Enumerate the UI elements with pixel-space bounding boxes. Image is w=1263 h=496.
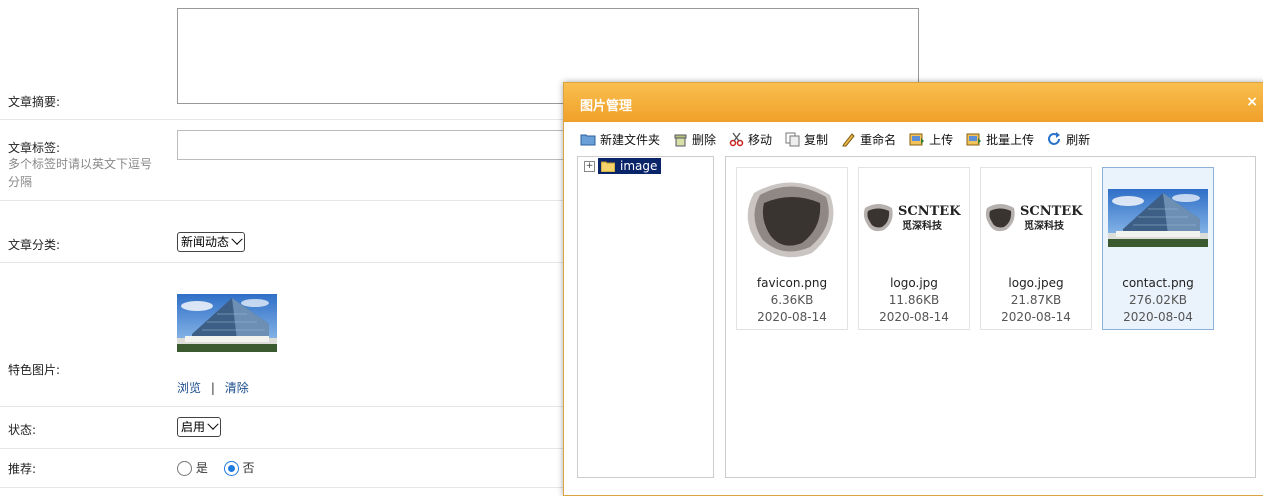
pencil-icon [842, 132, 855, 146]
dialog-toolbar: 新建文件夹 删除 移动 复制 重命名 上传 批量上传 刷新 [580, 129, 1103, 149]
rename-button[interactable]: 重命名 [841, 131, 896, 148]
new-folder-button[interactable]: 新建文件夹 [580, 131, 660, 148]
delete-label: 删除 [692, 132, 717, 147]
upload-icon [909, 133, 925, 145]
file-thumbnail: SCNTEK 觅深科技 [981, 168, 1091, 268]
category-select-value: 新闻动态 [181, 235, 230, 249]
tree-expander[interactable]: + [584, 161, 595, 172]
file-card[interactable]: SCNTEK 觅深科技 logo.jpg 11.86KB 2020-08-14 [858, 167, 970, 330]
recommend-no-radio[interactable] [223, 461, 239, 476]
tree-node-label: image [620, 159, 658, 173]
scissors-icon [729, 132, 744, 146]
move-button[interactable]: 移动 [729, 131, 772, 148]
recommend-no-label: 否 [242, 461, 255, 475]
recommend-yes-label: 是 [195, 461, 208, 475]
file-date: 2020-08-14 [879, 310, 949, 324]
refresh-label: 刷新 [1066, 132, 1091, 147]
logo-sub: 觅深科技 [1024, 219, 1065, 232]
chevron-down-icon [207, 418, 219, 430]
file-size: 276.02KB [1128, 293, 1188, 307]
status-select[interactable]: 启用 [177, 417, 222, 437]
batch-upload-label: 批量上传 [986, 132, 1035, 147]
file-card-selected[interactable]: contact.png 276.02KB 2020-08-04 [1102, 167, 1214, 330]
new-folder-icon [580, 134, 596, 146]
category-select[interactable]: 新闻动态 [177, 232, 246, 252]
file-name: favicon.png [756, 276, 828, 290]
recommend-label: 推荐: [8, 462, 37, 476]
file-card[interactable]: favicon.png 6.36KB 2020-08-14 [736, 167, 848, 330]
logo-text: SCNTEK [898, 204, 961, 219]
status-label: 状态: [8, 423, 37, 437]
delete-button[interactable]: 删除 [673, 131, 716, 148]
file-size: 6.36KB [770, 293, 814, 307]
copy-label: 复制 [804, 132, 829, 147]
clear-link[interactable]: 清除 [225, 381, 249, 395]
dialog-title: 图片管理 [580, 99, 633, 114]
file-name: contact.png [1122, 276, 1194, 290]
featured-image-thumbnail [177, 294, 277, 355]
recommend-options: 是 否 [177, 459, 255, 476]
logo-text: SCNTEK [1020, 204, 1083, 219]
upload-button[interactable]: 上传 [909, 131, 953, 148]
copy-button[interactable]: 复制 [785, 131, 828, 148]
refresh-icon [1048, 131, 1061, 145]
folder-tree: + image [577, 156, 714, 478]
file-thumbnail: SCNTEK 觅深科技 [859, 168, 969, 268]
trash-icon [674, 134, 687, 146]
browse-link[interactable]: 浏览 [177, 381, 201, 395]
file-card[interactable]: SCNTEK 觅深科技 logo.jpeg 21.87KB 2020-08-14 [980, 167, 1092, 330]
tags-hint: 多个标签时请以英文下逗号分隔 [8, 157, 153, 189]
file-date: 2020-08-04 [1123, 310, 1193, 324]
copy-icon [785, 132, 800, 146]
refresh-button[interactable]: 刷新 [1047, 131, 1090, 148]
status-select-value: 启用 [181, 420, 206, 434]
new-folder-label: 新建文件夹 [600, 132, 661, 147]
batch-upload-icon [966, 133, 982, 145]
move-label: 移动 [748, 132, 773, 147]
file-grid: favicon.png 6.36KB 2020-08-14 SCNTEK 觅深科… [725, 156, 1256, 478]
featured-image-actions: 浏览 | 清除 [177, 379, 249, 396]
upload-label: 上传 [929, 132, 954, 147]
tree-node-image[interactable]: image [598, 158, 662, 174]
dialog-header: 图片管理 × [564, 83, 1263, 122]
tags-label: 文章标签: [8, 141, 61, 155]
logo-sub: 觅深科技 [902, 219, 943, 232]
recommend-yes-radio[interactable] [177, 461, 192, 476]
file-size: 11.86KB [888, 293, 940, 307]
file-thumbnail [1103, 168, 1213, 268]
close-icon[interactable]: × [1246, 94, 1258, 110]
summary-label: 文章摘要: [8, 95, 61, 109]
image-manager-dialog: 图片管理 × 新建文件夹 删除 移动 复制 重命名 上传 批量上传 刷新 + i… [563, 82, 1263, 496]
chevron-down-icon [231, 233, 243, 245]
file-date: 2020-08-14 [1001, 310, 1071, 324]
featured-image-label: 特色图片: [8, 363, 61, 377]
batch-upload-button[interactable]: 批量上传 [966, 131, 1034, 148]
file-thumbnail [737, 168, 847, 268]
file-date: 2020-08-14 [757, 310, 827, 324]
folder-icon [601, 161, 615, 172]
file-name: logo.jpg [890, 276, 938, 290]
action-separator: | [210, 381, 215, 395]
rename-label: 重命名 [860, 132, 897, 147]
file-name: logo.jpeg [1008, 276, 1064, 290]
file-size: 21.87KB [1010, 293, 1062, 307]
category-label: 文章分类: [8, 238, 61, 252]
